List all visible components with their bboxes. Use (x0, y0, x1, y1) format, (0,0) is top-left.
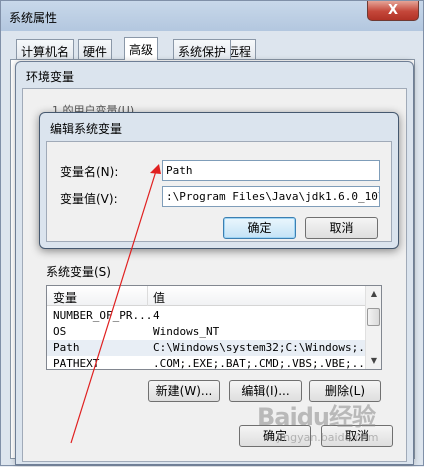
watermark-url: jingyan.baidu.com (277, 431, 379, 444)
watermark-logo: Baidu经验 (257, 403, 376, 431)
system-properties-window: 系统属性 X 计算机名 硬件 远程 系统保护 高级 环境变量 1 的用户变量(U… (0, 0, 424, 466)
